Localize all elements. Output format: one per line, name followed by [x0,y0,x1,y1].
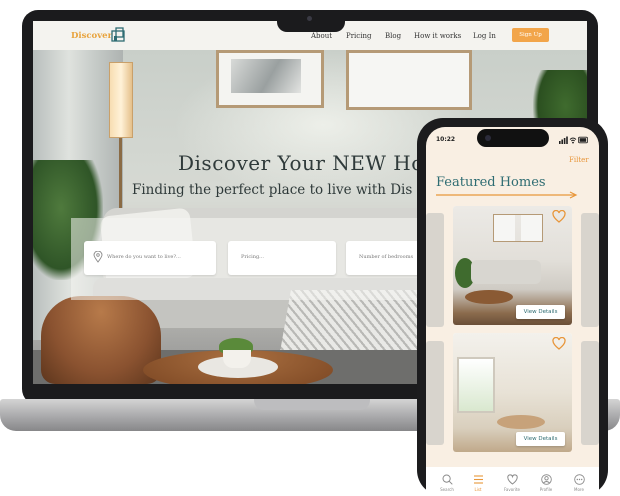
view-details-button[interactable]: View Details [516,305,565,319]
nav-link-how-it-works[interactable]: How it works [414,32,461,40]
tab-label: Favorite [504,487,520,492]
location-placeholder: Where do you want to live?... [107,254,181,260]
tab-bar: Search List Favorite Profile More [426,467,599,496]
listing-card-previous[interactable] [426,341,444,445]
site-logo[interactable]: Discover [71,31,112,41]
pricing-placeholder: Pricing... [241,254,264,260]
more-icon [573,474,585,485]
tab-label: List [474,487,482,492]
bedrooms-placeholder: Number of bedrooms [359,254,414,260]
status-time: 10:22 [436,136,456,143]
hero-subtitle: Finding the perfect place to live with D… [132,182,413,198]
featured-homes-title: Featured Homes [436,175,546,190]
tab-label: Profile [539,487,553,492]
favorite-heart-icon[interactable] [552,210,566,223]
status-icons [559,136,588,144]
search-icon [442,474,453,485]
listing-card[interactable]: View Details [453,333,572,452]
tab-label: Search [440,487,454,492]
device-mockup: Discover About Pricing Blog How it works… [0,0,620,496]
laptop-notch [277,10,345,32]
list-icon [473,475,483,484]
tab-profile[interactable]: Profile [531,474,561,492]
tab-list[interactable]: List [463,474,493,492]
tab-more[interactable]: More [564,474,594,492]
hero-photo-frame-right [346,50,472,110]
pricing-input[interactable]: Pricing... [228,241,336,275]
nav-link-pricing[interactable]: Pricing [346,32,371,40]
hero-photo-frame-left [216,50,324,108]
hero-title: Discover Your NEW Hor [178,151,434,175]
listing-card[interactable]: View Details [453,206,572,325]
building-logo-icon [111,27,125,42]
laptop-trackpad-notch [254,399,370,410]
hero-photo-lamp [109,62,133,138]
dynamic-island [477,129,549,147]
profile-icon [540,474,552,485]
nav-link-blog[interactable]: Blog [385,32,401,40]
filter-button[interactable]: Filter [569,156,589,164]
tab-label: More [574,487,584,492]
arrow-right-icon [436,191,578,199]
view-details-button[interactable]: View Details [516,432,565,446]
location-search-input[interactable]: Where do you want to live?... [84,241,216,275]
listing-card-previous[interactable] [426,213,444,327]
heart-icon [506,474,518,485]
location-pin-icon [93,251,103,263]
signup-button[interactable]: Sign Up [512,28,549,42]
hero-photo-pot [223,350,251,368]
tab-search[interactable]: Search [432,474,462,492]
listing-card-next[interactable] [581,341,599,445]
listing-card-next[interactable] [581,213,599,327]
tab-favorite[interactable]: Favorite [497,474,527,492]
favorite-heart-icon[interactable] [552,337,566,350]
phone-screen: 10:22 Filter Featured Homes View Details… [426,127,599,496]
nav-link-about[interactable]: About [311,32,332,40]
nav-link-login[interactable]: Log In [473,32,496,40]
